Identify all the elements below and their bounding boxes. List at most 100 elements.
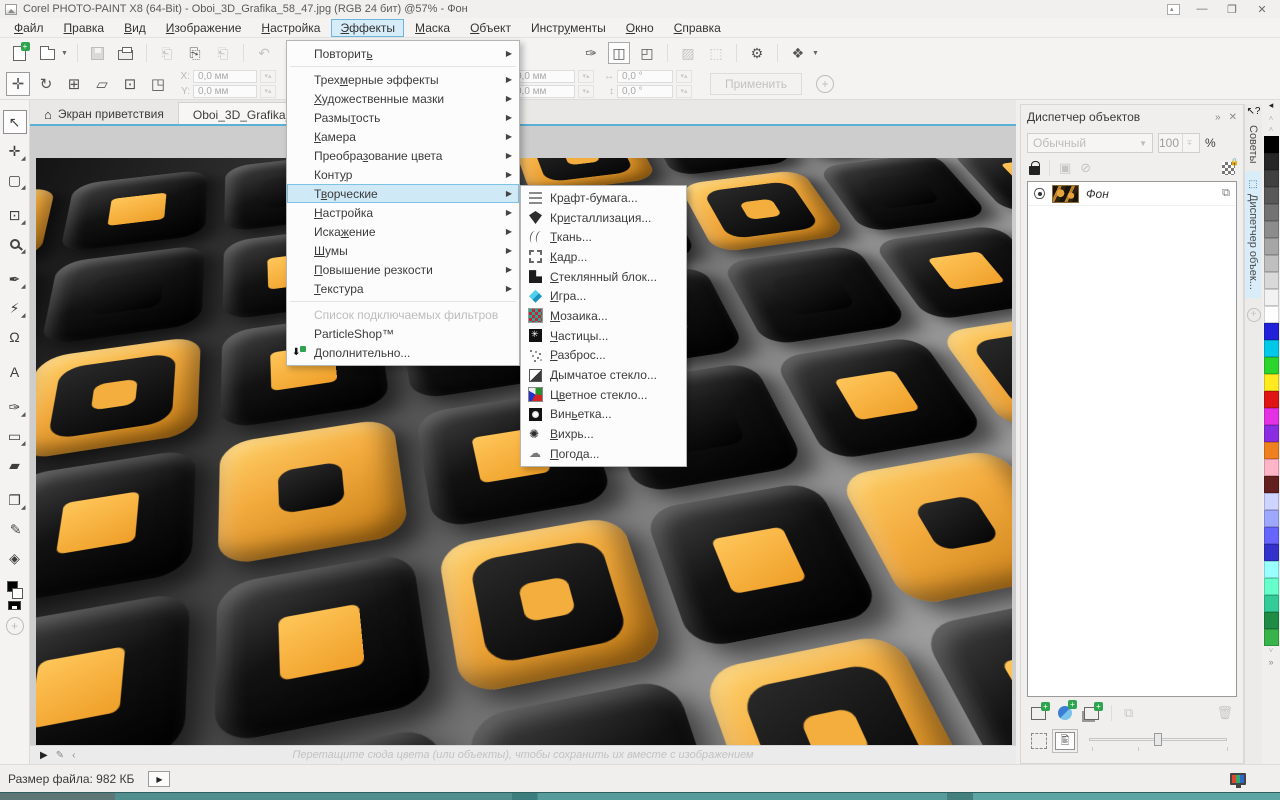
menu-item-repeat[interactable]: Повторить▶ — [287, 44, 519, 63]
palette-swatch[interactable] — [1264, 306, 1279, 323]
menu-effects[interactable]: Эффекты — [331, 19, 404, 37]
submenu-item-fabric[interactable]: Ткань... — [521, 227, 686, 247]
menu-item-camera[interactable]: Камера▶ — [287, 127, 519, 146]
palette-swatch[interactable] — [1264, 459, 1279, 476]
scale-mode-button[interactable]: ⊞ — [62, 72, 86, 96]
menu-item-sharpen[interactable]: Повышение резкости▶ — [287, 260, 519, 279]
palette-swatch[interactable] — [1264, 629, 1279, 646]
palette-scroll-down-icon[interactable]: ˅ — [1269, 646, 1274, 657]
lock-transparency-icon[interactable] — [1222, 162, 1235, 175]
new-object-button[interactable] — [1031, 707, 1046, 720]
menu-item-3d-effects[interactable]: Трехмерные эффекты▶ — [287, 70, 519, 89]
thumbnail-preview-icon[interactable]: 🖺 — [1055, 732, 1075, 750]
submenu-item-glass-block[interactable]: Стеклянный блок... — [521, 267, 686, 287]
palette-swatch[interactable] — [1264, 323, 1279, 340]
palette-pick-icon[interactable]: ◂ — [1269, 100, 1274, 114]
color-swatches[interactable] — [7, 581, 23, 605]
copy-button[interactable]: ⎘ — [184, 42, 206, 64]
palette-swatch[interactable] — [1264, 510, 1279, 527]
delete-mask-icon[interactable]: ▣ — [1059, 160, 1071, 176]
palette-swatch[interactable] — [1264, 204, 1279, 221]
menu-item-color-transform[interactable]: Преобразование цвета▶ — [287, 146, 519, 165]
effect-tool[interactable]: ⚡◢ — [3, 296, 27, 320]
menu-object[interactable]: Объект — [461, 19, 520, 37]
fill-tool[interactable]: ◈ — [3, 546, 27, 570]
menu-item-contour[interactable]: Контур▶ — [287, 165, 519, 184]
eraser-tool[interactable]: ▰ — [3, 453, 27, 477]
menu-help[interactable]: Справка — [665, 19, 730, 37]
submenu-item-smoked-glass[interactable]: Дымчатое стекло... — [521, 365, 686, 385]
status-next-button[interactable]: ▶ — [148, 771, 170, 787]
clone-tool[interactable]: Ω — [3, 325, 27, 349]
thumbnail-resize-icon[interactable] — [1031, 733, 1047, 749]
width-stepper[interactable]: ▾▴ — [578, 70, 594, 83]
new-document-button[interactable] — [8, 42, 30, 64]
duplicate-object-button[interactable] — [1084, 707, 1099, 720]
open-button[interactable] — [36, 42, 58, 64]
menu-item-blur[interactable]: Размытость▶ — [287, 108, 519, 127]
palette-expand-icon[interactable]: » — [1268, 657, 1273, 669]
palette-swatch[interactable] — [1264, 153, 1279, 170]
skew-mode-button[interactable]: ▱ — [90, 72, 114, 96]
menu-item-distort[interactable]: Искажение▶ — [287, 222, 519, 241]
palette-swatch[interactable] — [1264, 238, 1279, 255]
palette-swatch[interactable] — [1264, 357, 1279, 374]
visibility-eye-icon[interactable] — [1034, 188, 1045, 199]
slider-handle[interactable] — [1154, 733, 1162, 746]
palette-swatch[interactable] — [1264, 221, 1279, 238]
fill-color-swatch[interactable] — [8, 601, 21, 610]
palette-swatch[interactable] — [1264, 255, 1279, 272]
object-transparency-tool[interactable]: ❐◢ — [3, 488, 27, 512]
angle1-stepper[interactable]: ▾▴ — [676, 70, 692, 83]
submenu-item-frame[interactable]: Кадр... — [521, 247, 686, 267]
menu-image[interactable]: Изображение — [157, 19, 251, 37]
restore-button[interactable]: ❐ — [1224, 3, 1240, 16]
window-layout-button[interactable]: ❖ — [787, 42, 809, 64]
palette-swatch[interactable] — [1264, 493, 1279, 510]
window-layout-dropdown-arrow-icon[interactable]: ▼ — [812, 50, 819, 57]
combine-objects-button[interactable]: ⧉ — [1124, 705, 1133, 721]
menu-mask[interactable]: Маска — [406, 19, 459, 37]
gallery-icon[interactable] — [1167, 4, 1180, 15]
menu-item-texture[interactable]: Текстура▶ — [287, 279, 519, 298]
submenu-item-particles[interactable]: Частицы... — [521, 326, 686, 346]
palette-swatch[interactable] — [1264, 340, 1279, 357]
docker-tab-tips[interactable]: Советы — [1245, 117, 1261, 171]
menu-adjust[interactable]: Настройка — [252, 19, 329, 37]
palette-swatch[interactable] — [1264, 612, 1279, 629]
clip-mask-icon[interactable]: ⊘ — [1080, 160, 1091, 176]
add-tool-button[interactable]: + — [6, 617, 24, 635]
open-dropdown-arrow-icon[interactable]: ▼ — [61, 50, 68, 57]
paste-button[interactable]: ⎗ — [212, 42, 234, 64]
palette-swatch[interactable] — [1264, 442, 1279, 459]
clear-mask-button[interactable]: ⬚ — [705, 42, 727, 64]
lock-icon[interactable] — [1029, 166, 1040, 175]
zoom-tool[interactable]: ◢ — [3, 232, 27, 256]
add-docker-button[interactable]: + — [1247, 308, 1261, 322]
crop-tool[interactable]: ⊡◢ — [3, 203, 27, 227]
layer-row-background[interactable]: Фон ⧉ — [1028, 182, 1236, 206]
menu-file[interactable]: Файл — [5, 19, 53, 37]
undo-button[interactable]: ↶ — [253, 42, 275, 64]
move-tool[interactable]: ✛◢ — [3, 139, 27, 163]
menu-item-art-strokes[interactable]: Художественные мазки▶ — [287, 89, 519, 108]
palette-swatch[interactable] — [1264, 136, 1279, 153]
position-mode-button[interactable]: ✛ — [6, 72, 30, 96]
clone-brush-button[interactable]: ✑ — [580, 42, 602, 64]
menu-window[interactable]: Окно — [617, 19, 663, 37]
palette-swatch[interactable] — [1264, 425, 1279, 442]
options-gear-button[interactable]: ⚙ — [746, 42, 768, 64]
palette-swatch[interactable] — [1264, 578, 1279, 595]
palette-swatch[interactable] — [1264, 289, 1279, 306]
submenu-item-game[interactable]: Игра... — [521, 286, 686, 306]
height-input[interactable]: 0,0 мм — [511, 85, 575, 98]
palette-swatch[interactable] — [1264, 408, 1279, 425]
palette-swatch[interactable] — [1264, 561, 1279, 578]
docker-tab-object-manager[interactable]: ⬚ Диспетчер объек... — [1245, 171, 1261, 298]
save-button[interactable] — [87, 42, 109, 64]
height-stepper[interactable]: ▾▴ — [578, 85, 594, 98]
angle1-input[interactable]: 0,0 ° — [617, 70, 673, 83]
palette-swatch[interactable] — [1264, 544, 1279, 561]
rectangle-tool[interactable]: ▭◢ — [3, 424, 27, 448]
submenu-item-vortex[interactable]: Вихрь... — [521, 424, 686, 444]
